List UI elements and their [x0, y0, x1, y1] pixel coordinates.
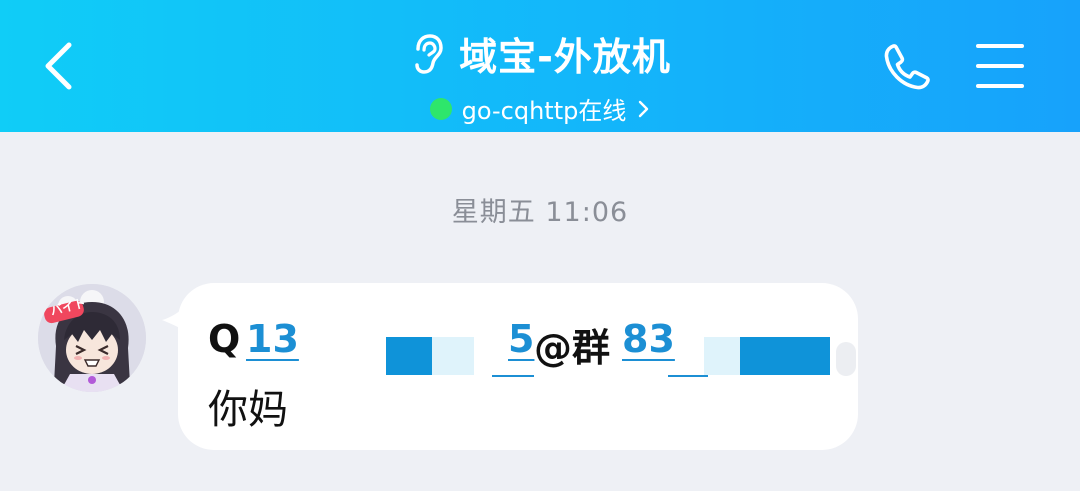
redaction-block	[386, 337, 432, 375]
message-bubble[interactable]: Q 13 5 @群 83 你妈	[178, 283, 858, 450]
redaction-block	[704, 337, 740, 375]
message-line-1: Q 13 5 @群 83	[208, 311, 858, 377]
phone-icon	[884, 44, 930, 90]
status-text: go-cqhttp在线	[461, 97, 627, 125]
group-number-link[interactable]: 83	[622, 317, 675, 361]
page-title: 域宝-外放机	[459, 35, 671, 79]
redaction-block	[740, 337, 830, 375]
menu-icon-bar	[976, 84, 1024, 88]
bubble-edge	[836, 342, 856, 376]
qq-number-link-underline[interactable]	[292, 317, 334, 361]
chat-header: 域宝-外放机 go-cqhttp在线	[0, 0, 1080, 132]
call-button[interactable]	[880, 42, 934, 92]
online-status[interactable]: go-cqhttp在线	[0, 91, 1080, 126]
menu-icon-bar	[976, 64, 1024, 68]
group-number-underline	[668, 375, 708, 377]
message-line-2: 你妈	[208, 387, 288, 433]
qq-number-link[interactable]: 13	[246, 317, 299, 361]
message-prefix: Q	[208, 317, 241, 361]
message-timestamp: 星期五 11:06	[451, 197, 629, 228]
sender-avatar[interactable]: バイト	[38, 284, 146, 392]
qq-number-underline	[492, 375, 534, 377]
menu-icon	[976, 44, 1024, 48]
online-dot-icon	[429, 97, 452, 120]
at-group-text: @群	[534, 326, 611, 370]
qq-number-link-end[interactable]: 5	[508, 317, 534, 361]
ear-icon[interactable]	[409, 32, 445, 76]
redaction-block	[432, 337, 474, 375]
menu-button[interactable]	[976, 44, 1030, 88]
chevron-right-icon	[636, 100, 650, 118]
